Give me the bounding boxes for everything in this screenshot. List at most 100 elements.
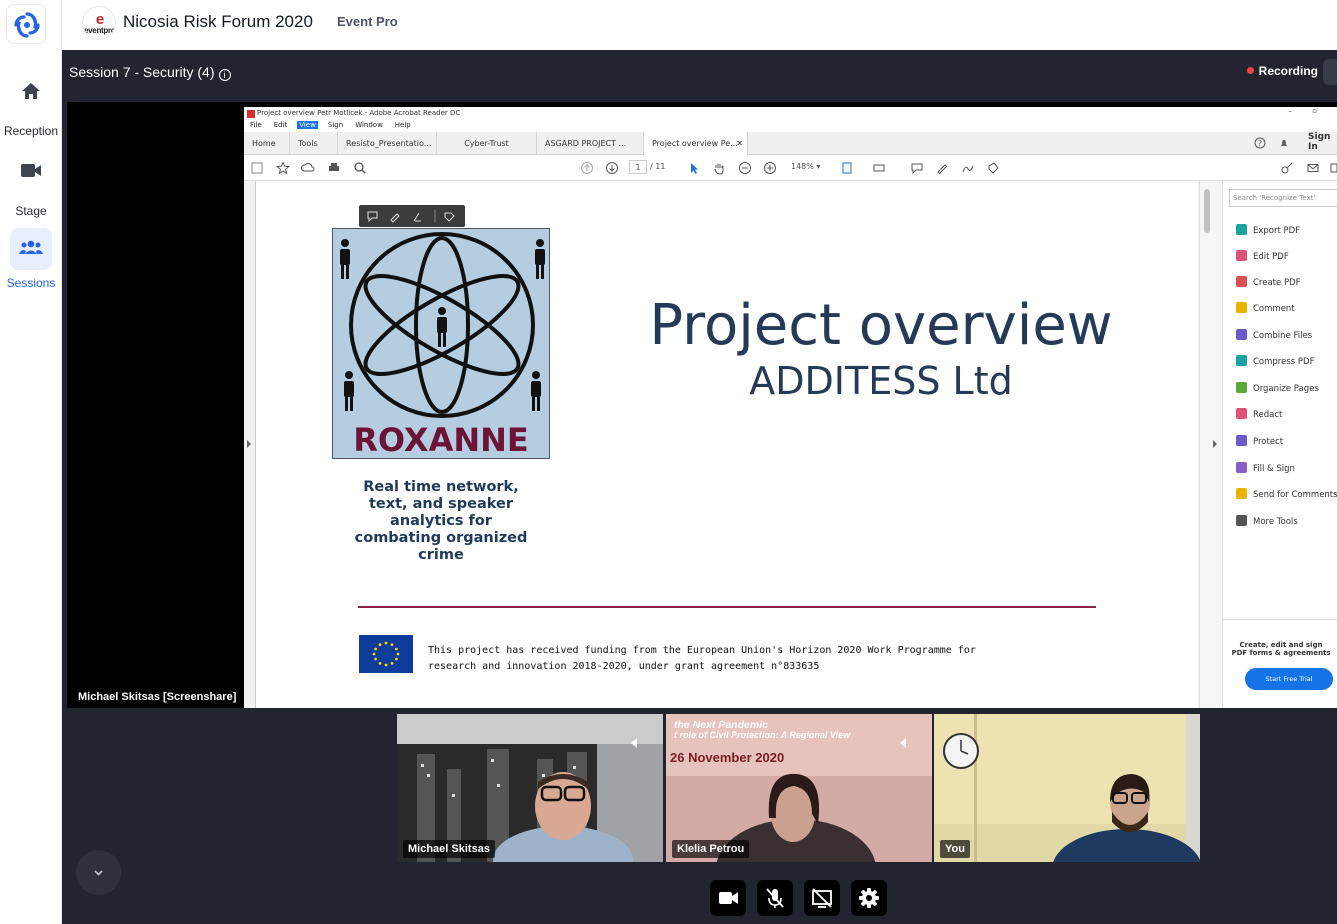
collapse-button[interactable] [76,850,121,895]
microphone-muted-icon [766,888,784,908]
link-share-icon[interactable] [1280,161,1294,175]
microphone-toggle-button[interactable] [757,880,793,916]
comment-icon[interactable] [910,161,924,175]
close-tab-icon[interactable]: ✕ [736,132,743,155]
menu-sign[interactable]: Sign [326,121,345,129]
organize-pages-icon [1236,382,1247,393]
tool-combine-files-label: Combine Files [1253,331,1313,341]
roxanne-logo-word: ROXANNE [353,421,529,459]
menu-edit[interactable]: Edit [272,121,290,129]
nav-sessions[interactable]: Sessions [0,228,62,290]
right-panel-toggle-icon[interactable] [1211,439,1219,449]
pdf-document-area[interactable]: ROXANNE Real time network, text, and spe… [244,181,1222,708]
signature-icon[interactable] [961,161,975,175]
stamp-icon[interactable] [986,161,1000,175]
settings-button[interactable] [851,880,887,916]
hand-tool-icon[interactable] [712,161,726,175]
left-panel-toggle-icon[interactable] [245,439,253,449]
slide-subtitle: ADDITESS Ltd [749,359,1013,403]
gear-icon [859,888,879,908]
help-icon[interactable]: ? [1254,137,1266,149]
screenshare-toggle-button[interactable] [804,880,840,916]
slide-tagline: Real time network, text, and speaker ana… [354,479,528,563]
keyboard-icon[interactable] [872,161,886,175]
cloud-upload-icon[interactable] [301,161,315,175]
screenshare-presenter-label: Michael Skitsas [Screenshare] [78,691,237,703]
start-free-trial-button[interactable]: Start Free Trial [1245,668,1333,690]
tool-comment[interactable]: Comment [1236,302,1295,316]
compress-pdf-icon [1236,355,1247,366]
menu-help[interactable]: Help [393,121,413,129]
top-bar: e eventpro Nicosia Risk Forum 2020 Event… [62,0,1337,50]
tool-compress-pdf[interactable]: Compress PDF [1236,355,1314,369]
mini-comment-icon[interactable] [367,211,378,223]
mini-stamp-icon[interactable] [444,212,455,222]
pen-icon[interactable] [935,161,949,175]
tab-tools[interactable]: Tools [290,132,336,155]
tool-create-pdf[interactable]: Create PDF [1236,276,1301,290]
participants-drawer-handle[interactable] [1323,59,1337,85]
tool-fill-sign[interactable]: Fill & Sign [1236,462,1295,476]
tab-project-overview[interactable]: Project overview Pe... ✕ [644,132,748,155]
funding-statement: This project has received funding from t… [428,643,976,675]
more-options-icon[interactable] [1330,161,1337,175]
save-icon[interactable] [250,161,264,175]
page-up-icon[interactable] [580,161,594,175]
maximize-icon[interactable]: ▫ [1312,107,1317,115]
mini-highlight-icon[interactable] [413,212,421,222]
tab-cyber-trust[interactable]: Cyber-Trust [437,132,537,155]
tool-export-pdf-label: Export PDF [1253,226,1301,236]
banner-line-2: t role of Civil Protection: A Regional V… [674,730,851,740]
camera-toggle-button[interactable] [710,880,746,916]
page-down-icon[interactable] [605,161,619,175]
tool-organize-pages[interactable]: Organize Pages [1236,382,1319,396]
star-icon[interactable] [276,161,290,175]
nav-stage[interactable]: Stage [0,156,62,218]
nav-stage-label: Stage [15,204,47,218]
tool-combine-files[interactable]: Combine Files [1236,329,1312,343]
menu-view[interactable]: View [297,121,318,129]
info-icon[interactable]: i [218,69,231,81]
tool-more-tools-label: More Tools [1253,517,1298,527]
video-camera-icon [719,892,738,904]
tab-asgard[interactable]: ASGARD PROJECT ... [537,132,644,155]
recognize-text-search[interactable]: Search 'Recognize Text' [1229,189,1337,207]
fit-page-icon[interactable] [840,161,854,175]
participant-tile-you[interactable]: You [934,714,1200,862]
bell-icon[interactable] [1278,137,1290,149]
tool-protect[interactable]: Protect [1236,435,1283,449]
tool-send-for-comments[interactable]: Send for Comments [1236,488,1337,502]
menu-file[interactable]: File [248,121,264,129]
sign-in-link[interactable]: Sign In [1308,132,1337,152]
email-icon[interactable] [1306,161,1320,175]
app-logo[interactable] [6,4,46,44]
session-title-text: Session 7 - Security (4) [69,64,215,80]
eu-flag-icon [359,635,413,673]
nav-reception[interactable]: Reception [0,76,62,138]
minimize-icon[interactable]: – [1289,107,1293,115]
pdf-scrollbar-thumb[interactable] [1204,189,1210,233]
zoom-in-icon[interactable] [763,161,777,175]
zoom-out-icon[interactable] [738,161,752,175]
participant-name: You [940,840,970,858]
participant-tile-klelia[interactable]: the Next Pandemic t role of Civil Protec… [666,714,932,862]
tool-more-tools[interactable]: More Tools [1236,515,1298,529]
tab-home[interactable]: Home [244,132,290,155]
tool-redact[interactable]: Redact [1236,408,1282,422]
combine-files-icon [1236,329,1247,340]
zoom-level-select[interactable]: 148% ▾ [785,160,825,174]
participant-tile-michael[interactable]: Michael Skitsas [397,714,663,862]
zoom-search-icon[interactable] [353,161,367,175]
tool-edit-pdf[interactable]: Edit PDF [1236,250,1289,264]
select-cursor-icon[interactable] [687,161,701,175]
page-number-input[interactable]: 1 [629,160,647,174]
event-logo: e eventpro [82,6,116,40]
mini-pen-icon[interactable] [390,213,400,223]
menu-window[interactable]: Window [353,121,385,129]
tool-export-pdf[interactable]: Export PDF [1236,224,1300,238]
floating-annotation-toolbar [359,205,465,227]
tab-resisto[interactable]: Resisto_Presentatio... [337,132,437,155]
print-icon[interactable] [327,161,341,175]
acrobat-window-title: Project overview Petr Motlicek - Adobe A… [257,109,461,117]
stage-area: Session 7 - Security (4) i Recording Proj… [62,50,1337,924]
